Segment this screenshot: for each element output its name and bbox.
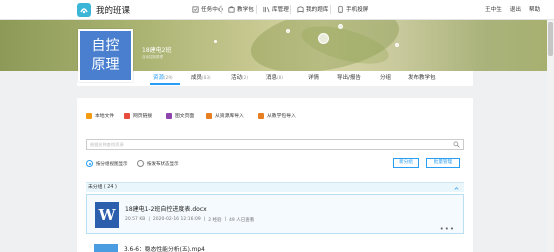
nav-library[interactable]: 库管理 [263, 5, 289, 13]
banner-water-drop [318, 33, 329, 44]
class-subtitle: 自动控制原理 [142, 55, 163, 59]
tab-resources[interactable]: 资源(29) [153, 73, 173, 81]
tab-members[interactable]: 成员(83) [191, 73, 211, 81]
local-file-icon [86, 112, 92, 119]
nav-teaching-package[interactable]: 教学包 [228, 5, 254, 13]
nav-divider [290, 5, 291, 14]
radio-group-view[interactable]: 按分组视图显示 [86, 160, 128, 167]
batch-manage-button[interactable]: 批量管理 [426, 158, 460, 168]
file-meta: 20.57 KB | 2020-02-16 12:16:09 | 2 经验 | 49 … [125, 217, 255, 223]
user-menu: 王中生 退出 帮助 [485, 5, 540, 13]
tool-label: 网页链接 [133, 114, 153, 119]
tab-details[interactable]: 详情 [308, 73, 319, 81]
top-navbar: 我的班课 任务中心 教学包 库管理 我的题库 手机投屏 王中生 退出 帮助 [0, 0, 554, 20]
tool-label: 图文页面 [175, 114, 195, 119]
task-icon [192, 6, 199, 12]
active-tab-indicator [150, 83, 180, 85]
tool-label: 从资源库导入 [215, 114, 244, 119]
nav-label: 教学包 [237, 7, 254, 13]
search-icon[interactable] [453, 141, 460, 148]
tab-groups[interactable]: 分组 [380, 73, 391, 81]
video-file-icon [94, 244, 118, 252]
file-views: 49 人已查看 [229, 218, 255, 223]
banner-water-drop [338, 24, 343, 29]
import-library-icon [206, 112, 212, 119]
tab-count: (83) [202, 75, 211, 80]
radio-button[interactable] [137, 160, 144, 167]
tab-export-report[interactable]: 导出/报告 [337, 73, 361, 81]
question-bank-icon [297, 6, 304, 13]
scrollbar-thumb[interactable] [548, 22, 553, 56]
tab-messages[interactable]: 消息(8) [266, 73, 283, 81]
course-cover: 自控 原理 [78, 29, 133, 82]
tab-label: 发布教学包 [408, 75, 436, 81]
nav-divider [256, 5, 257, 14]
more-options-icon[interactable]: ••• [440, 225, 455, 233]
nav-phone-cast[interactable]: 手机投屏 [337, 5, 368, 13]
logout-link[interactable]: 退出 [510, 5, 521, 13]
tab-count: (2) [242, 75, 248, 80]
tool-local-file[interactable]: 本地文件 [86, 112, 114, 119]
search-input[interactable]: 根据名称查找资源 [86, 139, 464, 150]
tab-publish-package[interactable]: 发布教学包 [408, 73, 436, 81]
web-link-icon [124, 112, 130, 119]
class-name: 18建电2班 [142, 47, 172, 54]
brand[interactable]: 我的班课 [77, 3, 130, 17]
file-name[interactable]: 18建电1-2班自控进度表.docx [125, 204, 207, 213]
tab-activities[interactable]: 活动(2) [231, 73, 248, 81]
nav-label: 手机投屏 [346, 7, 369, 13]
nav-divider [330, 5, 331, 14]
radio-publish-view[interactable]: 按发布状态显示 [137, 160, 179, 167]
tool-rich-page[interactable]: 图文页面 [166, 112, 194, 119]
import-package-icon [258, 112, 264, 119]
tab-count: (8) [277, 75, 283, 80]
tab-label: 成员 [191, 75, 203, 81]
tool-import-library[interactable]: 从资源库导入 [206, 112, 244, 119]
group-header[interactable]: 未分组 ( 24 ) [86, 182, 464, 192]
file-size: 20.57 KB [125, 217, 146, 222]
phone-cast-icon [338, 5, 343, 13]
new-group-button[interactable]: 新分组 [393, 158, 419, 168]
file-name[interactable]: 3.6-6：稳态性能分析(五).mp4 [124, 244, 205, 252]
banner-water-drop [286, 29, 290, 33]
file-experience: 2 经验 [208, 218, 222, 223]
word-document-icon: W [95, 202, 119, 228]
tool-web-link[interactable]: 网页链接 [124, 112, 152, 119]
cover-line: 原理 [91, 57, 120, 73]
tool-import-package[interactable]: 从教学包导入 [258, 112, 296, 119]
nav-question-bank[interactable]: 我的题库 [297, 5, 328, 13]
package-icon [228, 6, 235, 12]
tab-label: 导出/报告 [337, 75, 361, 81]
search-placeholder: 根据名称查找资源 [90, 142, 124, 147]
file-date: 2020-02-16 12:16:09 [152, 217, 201, 222]
user-name[interactable]: 王中生 [485, 5, 502, 13]
brand-name: 我的班课 [96, 6, 131, 16]
tab-label: 消息 [266, 75, 278, 81]
tab-count: (29) [164, 75, 173, 80]
rich-page-icon [166, 112, 172, 119]
help-link[interactable]: 帮助 [529, 5, 540, 13]
radio-label: 按发布状态显示 [147, 161, 179, 167]
tab-label: 活动 [231, 75, 243, 81]
library-icon [263, 6, 270, 12]
tab-label: 详情 [308, 75, 320, 81]
radio-button[interactable] [86, 160, 93, 167]
cover-line: 自控 [91, 38, 120, 54]
nav-task-center[interactable]: 任务中心 [192, 5, 223, 13]
banner-water-drop [214, 40, 217, 43]
list-item[interactable]: W 18建电1-2班自控进度表.docx 20.57 KB | 2020-02-1… [86, 194, 464, 234]
nav-divider [221, 5, 222, 14]
banner-water-drop [395, 43, 399, 47]
tab-label: 资源 [153, 75, 165, 81]
list-item[interactable]: 3.6-6：稳态性能分析(五).mp4 [86, 238, 464, 252]
chevron-up-icon[interactable] [454, 186, 459, 191]
group-title: 未分组 ( 24 ) [88, 185, 117, 190]
tool-label: 从教学包导入 [267, 114, 296, 119]
brand-logo-icon [77, 3, 91, 17]
tool-label: 本地文件 [95, 114, 115, 119]
radio-label: 按分组视图显示 [96, 161, 128, 167]
nav-label: 我的题库 [306, 7, 329, 13]
tab-label: 分组 [380, 75, 392, 81]
nav-label: 库管理 [272, 7, 289, 13]
